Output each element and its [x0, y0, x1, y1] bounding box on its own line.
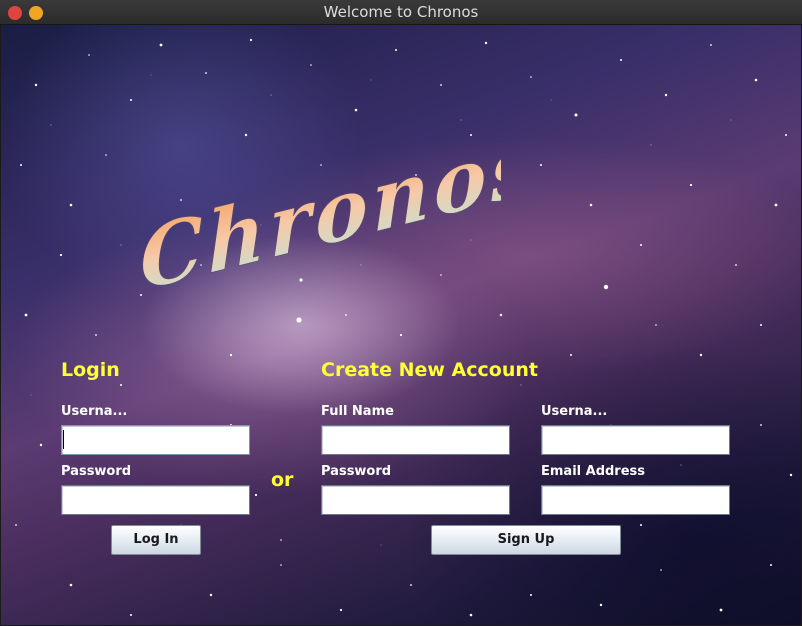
log-in-button[interactable]: Log In [111, 525, 201, 555]
logo-text: Chronos [138, 140, 501, 310]
create-account-heading: Create New Account [321, 359, 538, 381]
chronos-logo: Chronos [138, 140, 501, 311]
title-bar[interactable]: Welcome to Chronos [0, 0, 802, 25]
or-separator: or [271, 469, 294, 491]
signup-fullname-label: Full Name [321, 404, 394, 419]
signup-fullname-input[interactable] [321, 425, 510, 455]
login-heading: Login [61, 359, 120, 381]
text-cursor [63, 430, 64, 449]
login-username-input[interactable] [61, 425, 250, 455]
login-password-input[interactable] [61, 485, 250, 515]
app-window: Welcome to Chronos Chronos Login Userna.… [0, 0, 802, 626]
signup-username-label: Userna... [541, 404, 608, 419]
window-title: Welcome to Chronos [323, 3, 479, 21]
signup-password-input[interactable] [321, 485, 510, 515]
signup-email-input[interactable] [541, 485, 730, 515]
signup-username-input[interactable] [541, 425, 730, 455]
login-password-label: Password [61, 464, 132, 479]
signup-email-label: Email Address [541, 464, 646, 479]
sign-up-button[interactable]: Sign Up [431, 525, 621, 555]
login-username-label: Userna... [61, 404, 128, 419]
signup-password-label: Password [321, 464, 392, 479]
background-galaxy: Chronos Login Userna... Password Log In … [1, 25, 801, 625]
